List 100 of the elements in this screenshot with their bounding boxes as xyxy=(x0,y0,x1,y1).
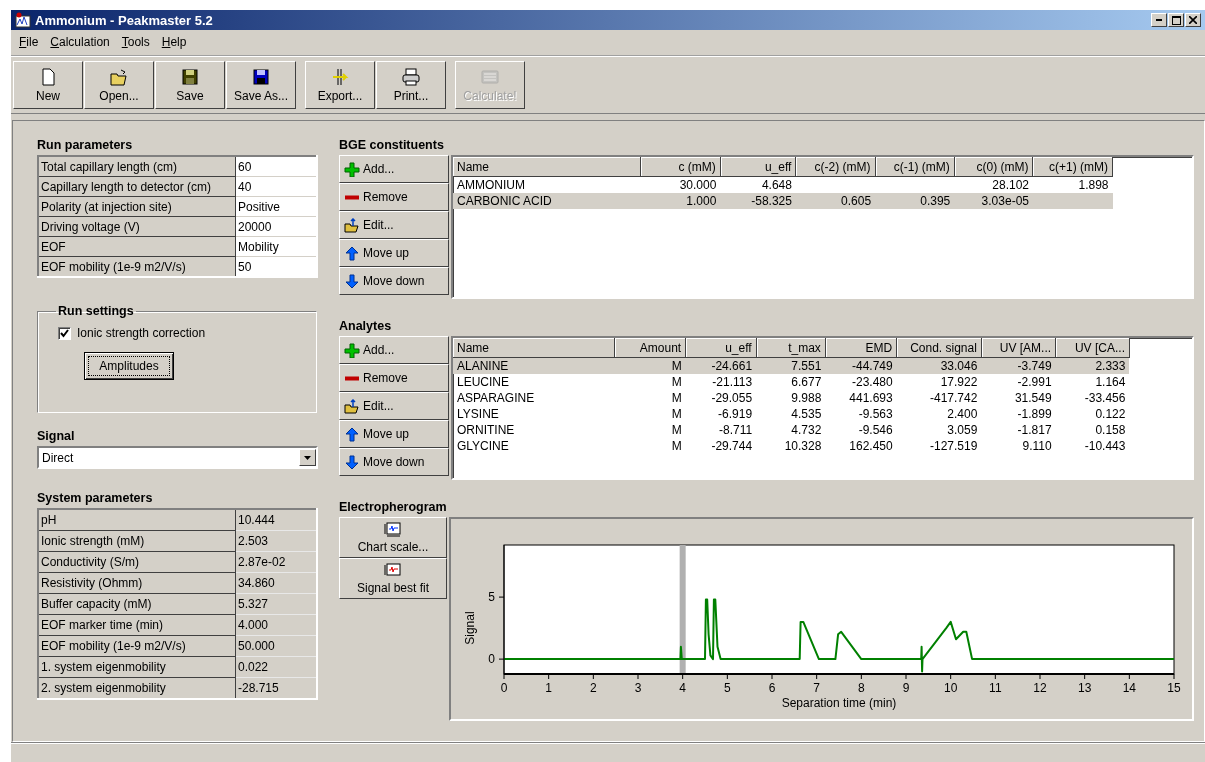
list-row[interactable]: ALANINE M -24.661 7.551 -44.749 33.046 -3.749 2.333 xyxy=(453,357,1192,375)
list-cell: ALANINE xyxy=(457,359,509,374)
column-header[interactable]: c(-2) (mM) xyxy=(795,157,876,177)
section-title: Analytes xyxy=(339,319,393,334)
chart-button[interactable]: Signal best fit xyxy=(339,558,447,600)
plus-icon xyxy=(344,161,360,177)
list-cell: -127.519 xyxy=(930,439,978,454)
side-button[interactable]: Edit... xyxy=(339,392,449,421)
list-cell: 7.551 xyxy=(791,359,822,374)
menu-item[interactable]: Help xyxy=(161,35,187,50)
side-button[interactable]: Move down xyxy=(339,267,449,296)
parameter-label: Total capillary length (cm) xyxy=(41,159,178,174)
column-header[interactable]: t_max xyxy=(756,338,826,358)
tick-label: 5 xyxy=(488,590,495,605)
parameter-label: EOF mobility (1e-9 m2/V/s) xyxy=(41,259,186,274)
tick-label: 14 xyxy=(1122,681,1136,696)
tick-label: 4 xyxy=(679,681,686,696)
list-cell: -3.749 xyxy=(1017,359,1052,374)
menu-item[interactable]: Tools xyxy=(121,35,150,50)
column-header[interactable]: UV [CA... xyxy=(1055,338,1130,358)
column-header[interactable]: Name xyxy=(453,157,641,177)
list-cell: 1.164 xyxy=(1095,375,1126,390)
column-header[interactable]: UV [AM... xyxy=(981,338,1056,358)
signal-dropdown[interactable]: Direct xyxy=(37,446,318,470)
list-cell: 31.549 xyxy=(1014,391,1052,406)
tick-label: 0 xyxy=(500,681,508,696)
section-title: BGE constituents xyxy=(339,138,445,153)
maximize-button[interactable] xyxy=(1168,13,1184,28)
column-header[interactable]: u_eff xyxy=(720,157,796,177)
list-cell: 4.535 xyxy=(791,407,822,422)
scale-chart-icon xyxy=(384,521,402,538)
down-arrow-icon xyxy=(344,454,360,470)
parameter-label: 1. system eigenmobility xyxy=(41,660,166,675)
side-button[interactable]: Add... xyxy=(339,336,449,365)
parameter-value: 4.000 xyxy=(238,618,269,633)
printer-icon xyxy=(401,67,421,86)
folder-icon xyxy=(344,398,360,414)
toolbar-button[interactable]: Save As... xyxy=(226,61,296,110)
toolbar-button[interactable]: Open... xyxy=(84,61,154,110)
toolbar-button[interactable]: Save xyxy=(155,61,225,110)
column-header[interactable]: Amount xyxy=(614,338,686,358)
side-button[interactable]: Add... xyxy=(339,155,449,184)
chart-button[interactable]: Chart scale... xyxy=(339,517,447,559)
side-button[interactable]: Move up xyxy=(339,420,449,449)
side-button[interactable]: Remove xyxy=(339,183,449,212)
list-cell: M xyxy=(671,439,682,454)
list-row[interactable]: AMMONIUM 30.000 4.648 28.102 1.898 xyxy=(453,176,1192,194)
section-title: Signal xyxy=(37,429,76,444)
column-header[interactable]: c(-1) (mM) xyxy=(875,157,955,177)
column-header[interactable]: c(0) (mM) xyxy=(954,157,1033,177)
side-button[interactable]: Remove xyxy=(339,364,449,393)
parameter-label: EOF xyxy=(41,239,66,254)
tick-label: 13 xyxy=(1078,681,1092,696)
list-row[interactable]: LEUCINE M -21.113 6.677 -23.480 17.922 -2.991 1.164 xyxy=(453,374,1192,391)
side-button[interactable]: Move up xyxy=(339,239,449,268)
toolbar-button[interactable]: Export... xyxy=(305,61,375,110)
list-cell: 6.677 xyxy=(791,375,822,390)
list-cell: 4.732 xyxy=(791,423,822,438)
list-cell: LYSINE xyxy=(457,407,499,422)
list-row[interactable]: GLYCINE M -29.744 10.328 162.450 -127.519 9.110 -10.443 xyxy=(453,438,1192,455)
column-header[interactable]: u_eff xyxy=(685,338,757,358)
side-button[interactable]: Edit... xyxy=(339,211,449,240)
minimize-button[interactable] xyxy=(1151,13,1167,28)
amplitudes-button[interactable]: Amplitudes xyxy=(84,352,174,381)
tick-label: 6 xyxy=(768,681,776,696)
close-icon xyxy=(1189,16,1197,25)
column-header[interactable]: c (mM) xyxy=(640,157,721,177)
menu-item[interactable]: File xyxy=(19,35,39,50)
parameter-value: 10.444 xyxy=(238,513,275,528)
menu-item[interactable]: Calculation xyxy=(50,35,110,50)
tick-label: 10 xyxy=(944,681,958,696)
list-cell: -29.744 xyxy=(711,439,753,454)
list-cell: 2.400 xyxy=(947,407,978,422)
list-row[interactable]: ASPARAGINE M -29.055 9.988 441.693 -417.742 31.549 -33.456 xyxy=(453,390,1192,407)
list-row[interactable]: CARBONIC ACID 1.000 -58.325 0.605 0.395 3.03e-05 xyxy=(453,193,1192,210)
close-button[interactable] xyxy=(1185,13,1201,28)
column-header[interactable]: EMD xyxy=(825,338,897,358)
list-cell: -9.563 xyxy=(858,407,893,422)
checkbox[interactable] xyxy=(58,326,71,340)
list-cell: M xyxy=(671,359,682,374)
toolbar-button[interactable]: New xyxy=(13,61,83,110)
maximize-icon xyxy=(1171,15,1181,25)
column-header[interactable]: c(+1) (mM) xyxy=(1033,157,1113,177)
column-header[interactable]: Cond. signal xyxy=(896,338,982,358)
toolbar-button[interactable]: Print... xyxy=(376,61,446,110)
column-header[interactable]: Name xyxy=(453,338,615,358)
list-cell: -417.742 xyxy=(930,391,978,406)
checkbox-label[interactable]: Ionic strength correction xyxy=(77,326,206,341)
parameter-value[interactable]: 60 xyxy=(238,159,252,174)
fit-chart-icon xyxy=(384,562,402,579)
list-row[interactable]: ORNITINE M -8.711 4.732 -9.546 3.059 -1.817 0.158 xyxy=(453,422,1192,439)
parameter-value[interactable]: 50 xyxy=(238,259,252,274)
parameter-value[interactable]: 40 xyxy=(238,179,252,194)
side-button[interactable]: Move down xyxy=(339,448,449,477)
list-cell: ORNITINE xyxy=(457,423,515,438)
parameter-label: Buffer capacity (mM) xyxy=(41,597,152,612)
list-cell: ASPARAGINE xyxy=(457,391,535,406)
minimize-icon xyxy=(1156,19,1162,22)
list-cell: -24.661 xyxy=(711,359,753,374)
list-row[interactable]: LYSINE M -6.919 4.535 -9.563 2.400 -1.899 0.122 xyxy=(453,406,1192,423)
